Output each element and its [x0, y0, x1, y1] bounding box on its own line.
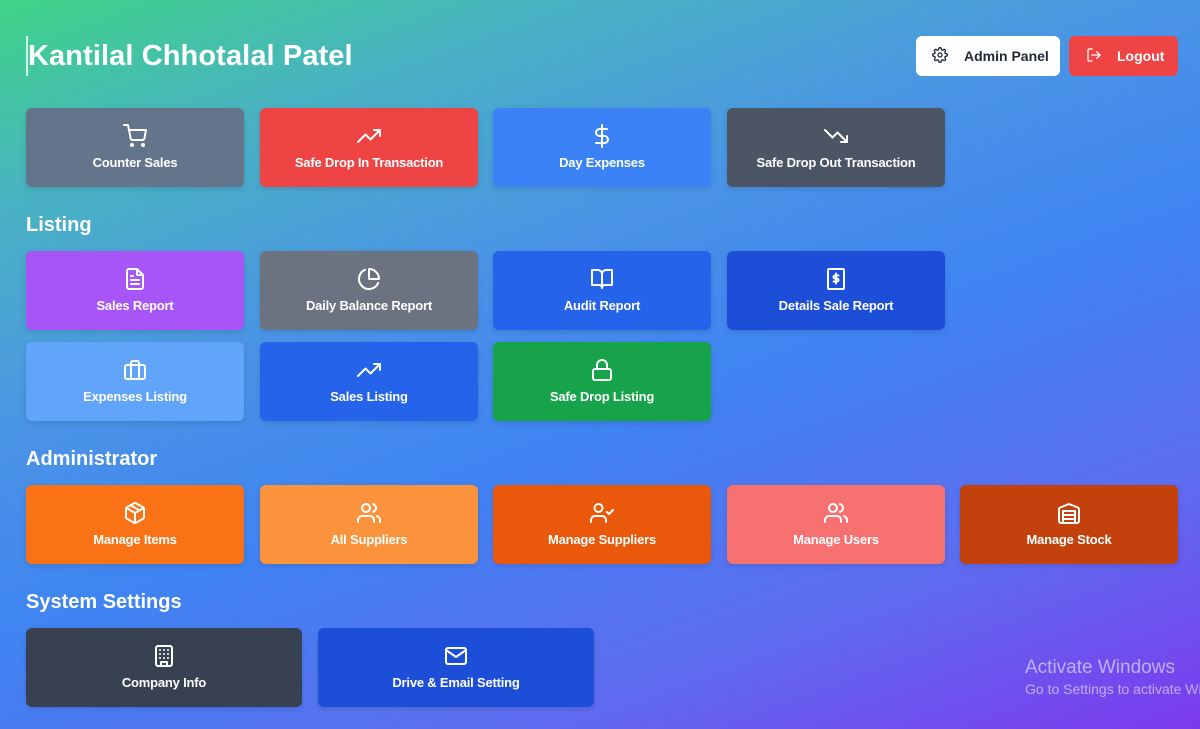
receipt-icon [824, 267, 848, 291]
logout-label: Logout [1117, 48, 1165, 64]
card-label: Audit Report [563, 297, 641, 313]
card-label: Day Expenses [559, 154, 645, 170]
file-text-icon [123, 267, 147, 291]
safe-drop-out-button[interactable]: Safe Drop Out Transaction [727, 108, 945, 187]
listing-section-title: Listing [26, 214, 92, 236]
trending-down-icon [824, 124, 848, 148]
users-icon [824, 501, 848, 525]
user-check-icon [590, 501, 614, 525]
card-label: Counter Sales [92, 154, 178, 170]
card-label: Safe Drop Listing [549, 388, 655, 404]
card-label: Safe Drop Out Transaction [756, 154, 916, 170]
trending-up-icon [357, 124, 381, 148]
daily-balance-report-button[interactable]: Daily Balance Report [260, 251, 478, 330]
card-label: Drive & Email Setting [392, 674, 520, 690]
administrator-section-title: Administrator [26, 448, 158, 470]
card-label: Details Sale Report [778, 297, 894, 313]
card-label: Daily Balance Report [305, 297, 433, 313]
trending-up-icon [357, 358, 381, 382]
sales-report-button[interactable]: Sales Report [26, 251, 244, 330]
audit-report-button[interactable]: Audit Report [493, 251, 711, 330]
package-icon [123, 501, 147, 525]
watermark-title: Activate Windows [1025, 657, 1175, 678]
book-open-icon [590, 267, 614, 291]
safe-drop-listing-button[interactable]: Safe Drop Listing [493, 342, 711, 421]
drive-email-setting-button[interactable]: Drive & Email Setting [318, 628, 594, 707]
warehouse-icon [1057, 501, 1081, 525]
card-label: Manage Items [93, 531, 177, 547]
pie-chart-icon [357, 267, 381, 291]
company-info-button[interactable]: Company Info [26, 628, 302, 707]
manage-stock-button[interactable]: Manage Stock [960, 485, 1178, 564]
manage-users-button[interactable]: Manage Users [727, 485, 945, 564]
dollar-icon [590, 123, 614, 148]
sales-listing-button[interactable]: Sales Listing [260, 342, 478, 421]
card-label: Safe Drop In Transaction [294, 154, 444, 170]
manage-items-button[interactable]: Manage Items [26, 485, 244, 564]
expenses-listing-button[interactable]: Expenses Listing [26, 342, 244, 421]
system-settings-section-title: System Settings [26, 591, 182, 613]
page-title: Kantilal Chhotalal Patel [26, 36, 353, 76]
details-sale-report-button[interactable]: Details Sale Report [727, 251, 945, 330]
cart-icon [123, 123, 147, 148]
page-header: Kantilal Chhotalal Patel Admin Panel Log… [26, 36, 1178, 76]
logout-button[interactable]: Logout [1069, 36, 1178, 76]
logout-icon [1086, 47, 1102, 66]
building-icon [152, 644, 176, 668]
all-suppliers-button[interactable]: All Suppliers [260, 485, 478, 564]
card-label: Sales Listing [330, 388, 408, 404]
card-label: Manage Stock [1026, 531, 1112, 547]
card-label: All Suppliers [330, 531, 408, 547]
gear-icon [932, 46, 948, 66]
counter-sales-button[interactable]: Counter Sales [26, 108, 244, 187]
safe-drop-in-button[interactable]: Safe Drop In Transaction [260, 108, 478, 187]
card-label: Manage Users [793, 531, 879, 547]
header-actions: Admin Panel Logout [916, 36, 1178, 76]
admin-panel-button[interactable]: Admin Panel [916, 36, 1060, 76]
briefcase-icon [123, 358, 147, 382]
card-label: Manage Suppliers [547, 531, 657, 547]
activate-windows-watermark: Activate Windows Go to Settings to activ… [1025, 657, 1200, 697]
card-label: Company Info [121, 674, 207, 690]
lock-icon [590, 358, 614, 382]
manage-suppliers-button[interactable]: Manage Suppliers [493, 485, 711, 564]
admin-panel-label: Admin Panel [964, 48, 1049, 64]
card-label: Sales Report [96, 297, 174, 313]
watermark-subtitle: Go to Settings to activate Windows. [1025, 681, 1200, 697]
users-icon [357, 501, 381, 525]
card-label: Expenses Listing [83, 388, 187, 404]
day-expenses-button[interactable]: Day Expenses [493, 108, 711, 187]
mail-icon [444, 644, 468, 668]
